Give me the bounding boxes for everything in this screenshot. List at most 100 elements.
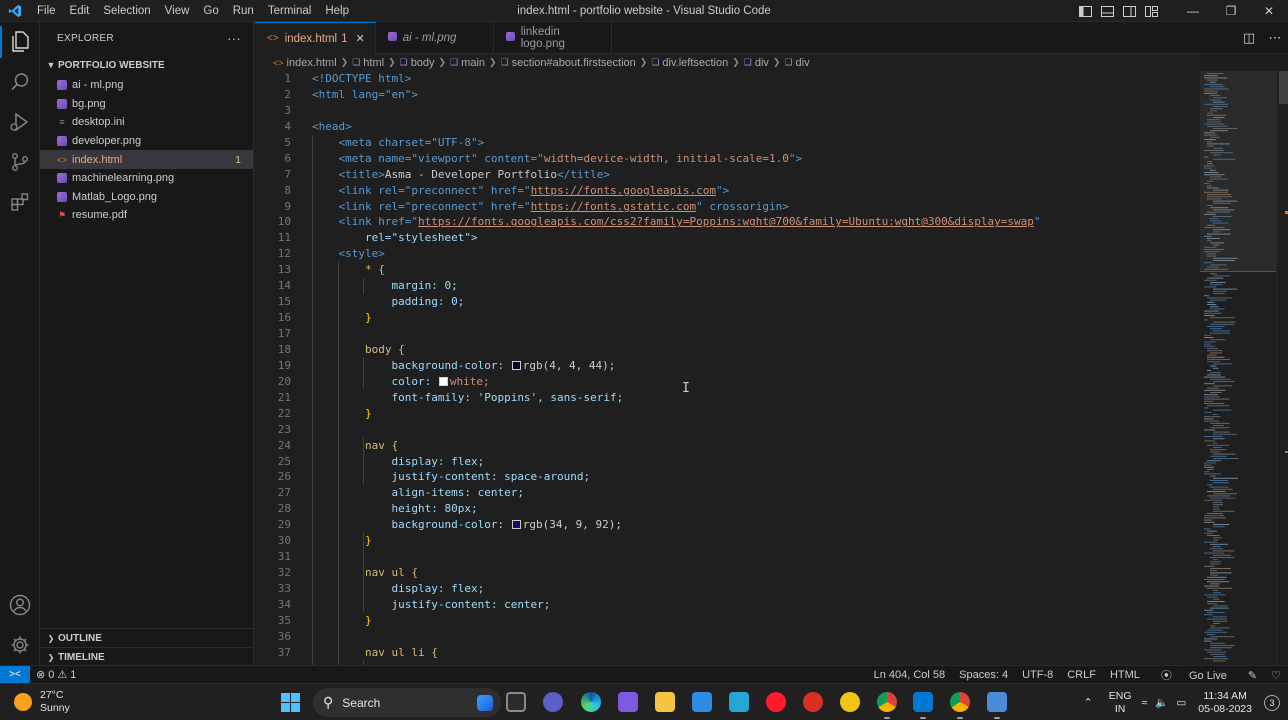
outline-section[interactable]: ❯ OUTLINE [40, 628, 254, 647]
toggle-panel-icon[interactable] [1096, 0, 1118, 22]
end-of-line[interactable]: CRLF [1060, 669, 1103, 681]
explorer-more-actions-button[interactable]: ··· [227, 31, 241, 46]
windows-start-icon[interactable] [281, 693, 300, 712]
customize-layout-icon[interactable] [1140, 0, 1162, 22]
volume-icon[interactable]: 🔈 [1151, 696, 1172, 709]
problems-indicator[interactable]: ⊗ 0 ⚠ 1 [30, 668, 82, 682]
breadcrumb-div-leftsection[interactable]: div.leftsection [662, 57, 728, 69]
opera-browser-icon[interactable] [766, 692, 786, 712]
close-tab-icon[interactable]: ✕ [356, 32, 365, 45]
menu-view[interactable]: View [158, 0, 197, 22]
chevron-up-icon[interactable]: ⌃ [1074, 696, 1103, 709]
notifications-bell-icon[interactable]: ♡ [1264, 669, 1288, 682]
code-link[interactable]: https://fonts.gstatic.com [531, 200, 697, 213]
file-item[interactable]: ai - ml.png [40, 76, 253, 95]
color-swatch[interactable] [511, 360, 521, 370]
file-item[interactable]: Matlab_Logo.png [40, 188, 253, 207]
menu-run[interactable]: Run [226, 0, 261, 22]
breadcrumb-section[interactable]: section#about.firstsection [512, 57, 636, 69]
go-live-button[interactable]: ⦿ Go Live [1147, 667, 1241, 683]
battery-icon[interactable]: ▭ [1172, 697, 1190, 709]
language-mode[interactable]: HTML [1103, 669, 1147, 681]
menu-edit[interactable]: Edit [63, 0, 97, 22]
file-item[interactable]: machinelearning.png [40, 169, 253, 188]
file-item[interactable]: developer.png [40, 132, 253, 151]
menu-terminal[interactable]: Terminal [261, 0, 318, 22]
file-explorer-icon[interactable] [655, 692, 675, 712]
explorer-icon[interactable] [0, 22, 40, 62]
chat-icon[interactable] [543, 692, 563, 712]
file-item[interactable]: <> index.html 1 [40, 150, 253, 169]
edge-browser-icon[interactable] [581, 692, 601, 712]
breadcrumb-div-inner[interactable]: div [796, 57, 810, 69]
cursor-position[interactable]: Ln 404, Col 58 [867, 669, 953, 681]
chrome-browser-icon[interactable] [950, 692, 970, 719]
extensions-icon[interactable] [0, 182, 40, 222]
tab-ai-ml-png[interactable]: ai - ml.png [376, 22, 494, 54]
close-window-button[interactable]: ✕ [1250, 0, 1288, 22]
app-icon[interactable] [840, 692, 860, 712]
search-icon[interactable] [0, 62, 40, 102]
tab-linkedin-logo-png[interactable]: linkedin logo.png [494, 22, 612, 54]
mail-icon[interactable] [692, 692, 712, 712]
toggle-primary-sidebar-icon[interactable] [1074, 0, 1096, 22]
folder-portfolio-website[interactable]: ▼ PORTFOLIO WEBSITE [40, 54, 253, 76]
file-item[interactable]: bg.png [40, 95, 253, 114]
account-icon[interactable] [0, 585, 40, 625]
file-item[interactable]: ⁠⚑ resume.pdf [40, 206, 253, 225]
app-icon[interactable] [803, 692, 823, 712]
more-actions-icon[interactable]: ⋯ [1262, 30, 1288, 46]
indentation[interactable]: Spaces: 4 [952, 669, 1015, 681]
taskbar-search[interactable]: ⚲ Search [313, 688, 501, 717]
task-view-icon[interactable] [506, 692, 526, 712]
notifications-badge[interactable]: 3 [1264, 694, 1280, 711]
element-icon: ❏ [399, 57, 408, 67]
chevron-right-icon: ❯ [772, 57, 781, 67]
chrome-browser-icon[interactable] [877, 692, 897, 719]
weather-widget[interactable]: 27°C Sunny [14, 689, 70, 715]
menu-help[interactable]: Help [318, 0, 356, 22]
copilot-icon[interactable] [618, 692, 638, 712]
breadcrumb-html[interactable]: html [363, 57, 384, 69]
file-item[interactable]: ≡ desktop.ini [40, 113, 253, 132]
remote-indicator-icon[interactable]: >< [0, 665, 30, 684]
manage-gear-icon[interactable] [0, 625, 40, 665]
timeline-section[interactable]: ❯ TIMELINE [40, 647, 254, 666]
explorer-sidebar: EXPLORER ··· ▼ PORTFOLIO WEBSITE ai - ml… [40, 22, 254, 665]
clock[interactable]: 11:34 AM 05-08-2023 [1190, 690, 1260, 716]
encoding[interactable]: UTF-8 [1015, 669, 1060, 681]
restore-button[interactable]: ❐ [1212, 0, 1250, 22]
scrollbar-thumb[interactable] [1279, 71, 1288, 104]
vscode-taskbar-icon[interactable] [913, 692, 933, 719]
code-line: 15 padding: 0; [277, 295, 465, 309]
wifi-icon[interactable]: ≈ [1138, 697, 1152, 709]
breadcrumb-div[interactable]: div [755, 57, 769, 69]
snipping-tool-icon[interactable] [987, 692, 1007, 719]
language-indicator[interactable]: ENG IN [1103, 690, 1138, 716]
code-editor[interactable]: 1 <!DOCTYPE html> 2 <html lang="en"> 3 4 <h… [255, 71, 1200, 665]
breadcrumb-main[interactable]: main [461, 57, 485, 69]
code-line: 23 [277, 422, 291, 436]
source-control-icon[interactable] [0, 142, 40, 182]
code-link[interactable]: https://fonts.googleapis.com [531, 184, 716, 197]
feedback-icon[interactable]: ✎ [1241, 669, 1264, 682]
code-link[interactable]: https://fonts.googleapis.com/css2?family… [418, 215, 1034, 228]
toggle-secondary-sidebar-icon[interactable] [1118, 0, 1140, 22]
minimap[interactable] [1200, 71, 1276, 665]
store-app-icon[interactable] [729, 692, 749, 712]
editor-scrollbar[interactable] [1276, 71, 1288, 665]
tab-index-html[interactable]: <> index.html 1 ✕ [255, 22, 376, 54]
menu-go[interactable]: Go [196, 0, 225, 22]
breadcrumb-body[interactable]: body [411, 57, 435, 69]
minimap-viewport-slider[interactable] [1200, 71, 1276, 272]
menu-selection[interactable]: Selection [96, 0, 157, 22]
breadcrumb-file[interactable]: index.html [287, 57, 337, 69]
minimize-button[interactable]: — [1174, 0, 1212, 22]
code-line: 5 <meta charset="UTF-8"> [284, 135, 485, 149]
color-swatch[interactable] [438, 376, 448, 386]
color-swatch[interactable] [511, 520, 521, 530]
file-label: index.html [72, 153, 123, 166]
run-and-debug-icon[interactable] [0, 102, 40, 142]
menu-file[interactable]: File [30, 0, 63, 22]
split-editor-icon[interactable]: ◫ [1236, 30, 1262, 46]
